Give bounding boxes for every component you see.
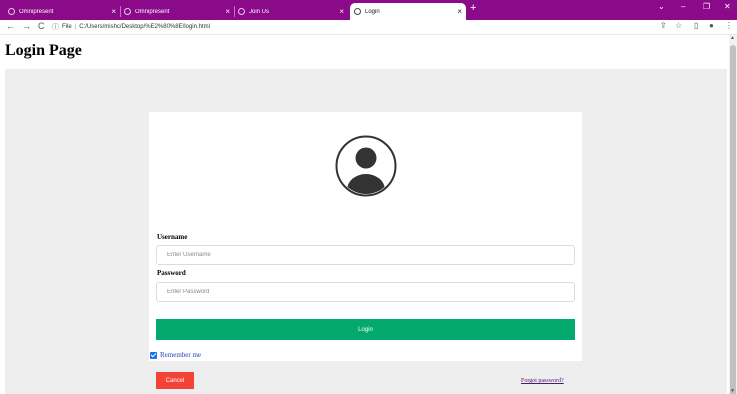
- scroll-down-icon[interactable]: ▼: [730, 388, 735, 394]
- cancel-button[interactable]: Cancel: [156, 372, 194, 389]
- remember-checkbox[interactable]: [150, 351, 157, 359]
- profile-icon[interactable]: ●: [709, 21, 714, 30]
- globe-icon: [124, 8, 131, 15]
- tab-close-icon[interactable]: ×: [339, 7, 344, 16]
- scheme-label: File: [62, 24, 72, 30]
- page-title: Login Page: [5, 42, 82, 59]
- tab-search-icon[interactable]: ⌄: [658, 2, 665, 11]
- remember-me[interactable]: Remember me: [150, 351, 201, 359]
- password-input[interactable]: [156, 282, 575, 302]
- forgot-password-link[interactable]: Forgot password?: [521, 378, 564, 384]
- tab-login[interactable]: Login ×: [350, 3, 466, 20]
- remember-label: Remember me: [160, 351, 202, 359]
- username-label: Username: [157, 233, 188, 241]
- reload-button[interactable]: C: [38, 21, 45, 31]
- tab-title: Omnipresent: [19, 8, 54, 15]
- tab-title: Join Us: [249, 8, 270, 15]
- user-avatar-icon: [335, 135, 397, 197]
- restore-button[interactable]: ❐: [703, 2, 710, 11]
- tab-omnipresent-1[interactable]: Omnipresent ×: [4, 3, 120, 20]
- url-text: C:/Users/mishc/Desktop/%E2%80%8E/login.h…: [79, 24, 210, 30]
- share-icon[interactable]: ⇪: [660, 21, 667, 30]
- password-label: Password: [157, 269, 186, 277]
- tab-close-icon[interactable]: ×: [225, 7, 230, 16]
- tab-join-us[interactable]: Join Us ×: [234, 3, 348, 20]
- tab-close-icon[interactable]: ×: [111, 7, 116, 16]
- tab-title: Login: [365, 8, 380, 15]
- minimize-button[interactable]: –: [681, 2, 685, 11]
- address-separator: |: [74, 24, 77, 30]
- new-tab-button[interactable]: +: [470, 2, 476, 14]
- forward-button[interactable]: →: [22, 21, 31, 31]
- globe-icon: [238, 8, 245, 15]
- info-icon[interactable]: ⓘ: [52, 22, 59, 32]
- tab-omnipresent-2[interactable]: Omnipresent ×: [120, 3, 234, 20]
- menu-icon[interactable]: ⋮: [725, 21, 733, 30]
- globe-icon: [8, 8, 15, 15]
- side-panel-icon[interactable]: ▯: [694, 21, 698, 30]
- close-window-button[interactable]: ✕: [724, 2, 731, 11]
- username-input[interactable]: [156, 245, 575, 265]
- address-toolbar: ← → C ⓘ File | C:/Users/mishc/Desktop/%E…: [0, 20, 737, 35]
- tab-title: Omnipresent: [135, 8, 170, 15]
- login-button[interactable]: Login: [156, 319, 575, 340]
- back-button[interactable]: ←: [6, 21, 15, 31]
- scrollbar[interactable]: ▲ ▼: [729, 35, 737, 394]
- address-bar[interactable]: ⓘ File | C:/Users/mishc/Desktop/%E2%80%8…: [52, 21, 652, 33]
- scrollbar-thumb[interactable]: [730, 45, 736, 394]
- scroll-up-icon[interactable]: ▲: [730, 35, 735, 41]
- tab-strip: Omnipresent × Omnipresent × Join Us × Lo…: [0, 0, 737, 20]
- globe-icon: [354, 8, 361, 15]
- bookmark-star-icon[interactable]: ☆: [675, 21, 682, 30]
- tab-close-icon[interactable]: ×: [457, 7, 462, 16]
